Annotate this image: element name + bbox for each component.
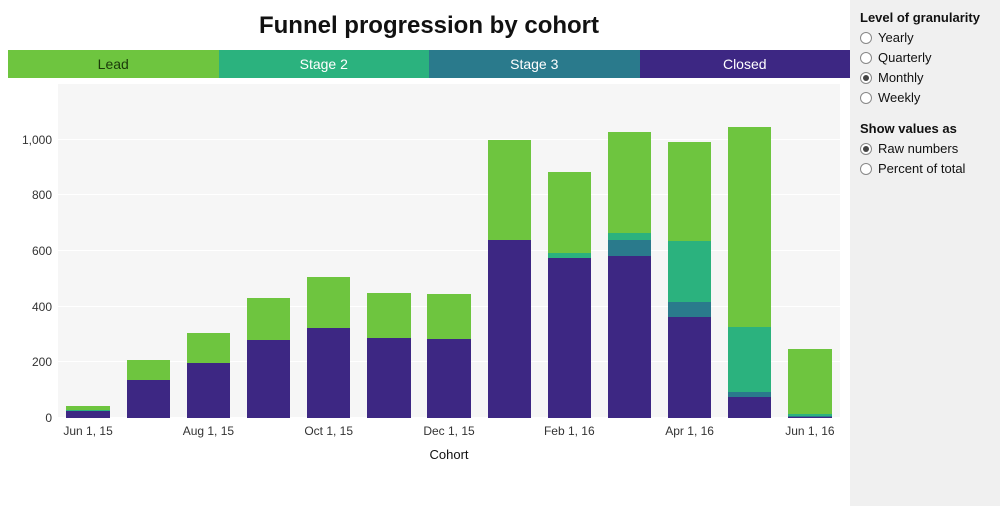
bar-segment-lead [488,140,531,240]
bar-column[interactable] [660,84,720,418]
controls-sidebar: Level of granularity Yearly Quarterly Mont… [850,0,1000,506]
x-tick: Jun 1, 15 [63,424,112,438]
bar-segment-lead [247,298,290,341]
radio-dot-icon [860,52,872,64]
bar-segment-lead [728,127,771,327]
x-tick: Aug 1, 15 [183,424,234,438]
radio-dot-icon [860,72,872,84]
bar-segment-lead [548,172,591,253]
bar-segment-lead [788,349,831,414]
bar-segment-lead [187,333,230,363]
x-tick: Feb 1, 16 [544,424,595,438]
bar-segment-closed [127,380,170,418]
bar-column[interactable] [58,84,118,418]
granularity-option[interactable]: Quarterly [860,49,990,67]
bar-segment-closed [728,397,771,418]
y-tick: 200 [32,355,52,369]
bar-segment-closed [367,338,410,418]
bar-segment-stage2 [668,241,711,302]
bar-segment-closed [187,363,230,418]
x-tick: Jun 1, 16 [785,424,834,438]
granularity-option[interactable]: Monthly [860,69,990,87]
radio-label: Percent of total [878,160,965,178]
legend-item-lead[interactable]: Lead [8,50,219,78]
legend-item-stage2[interactable]: Stage 2 [219,50,430,78]
granularity-option[interactable]: Weekly [860,89,990,107]
radio-label: Quarterly [878,49,931,67]
bar-segment-stage2 [728,327,771,392]
values_as-option[interactable]: Percent of total [860,160,990,178]
bar-column[interactable] [299,84,359,418]
y-axis: 02004006008001,000 [8,84,58,418]
bar-segment-stage2 [608,233,651,241]
granularity-option[interactable]: Yearly [860,29,990,47]
bar-segment-lead [668,142,711,241]
bar-segment-lead [127,360,170,380]
bar-column[interactable] [238,84,298,418]
bar-segment-closed [668,317,711,418]
radio-dot-icon [860,143,872,155]
legend-item-closed[interactable]: Closed [640,50,851,78]
bar-column[interactable] [539,84,599,418]
bar-segment-closed [247,340,290,418]
radio-label: Monthly [878,69,924,87]
bar-segment-closed [608,256,651,418]
values_as-option[interactable]: Raw numbers [860,140,990,158]
x-tick: Apr 1, 16 [665,424,714,438]
bar-segment-closed [307,328,350,418]
radio-dot-icon [860,32,872,44]
legend-item-stage3[interactable]: Stage 3 [429,50,640,78]
y-tick: 600 [32,244,52,258]
granularity-heading: Level of granularity [860,10,990,25]
bar-column[interactable] [118,84,178,418]
bars [58,84,840,418]
bar-segment-closed [488,240,531,418]
radio-label: Yearly [878,29,914,47]
bar-column[interactable] [720,84,780,418]
x-tick: Oct 1, 15 [304,424,353,438]
x-tick: Dec 1, 15 [423,424,474,438]
radio-label: Raw numbers [878,140,958,158]
bar-segment-lead [307,277,350,329]
chart-title: Funnel progression by cohort [8,12,850,40]
bar-column[interactable] [178,84,238,418]
bar-column[interactable] [479,84,539,418]
bar-segment-stage3 [668,302,711,317]
bar-segment-lead [367,293,410,338]
y-tick: 0 [45,411,52,425]
plot: 0 200 400 600 800 1,000 Cohort Jun 1, 15 Aug 1… [8,84,850,464]
bar-column[interactable] [359,84,419,418]
bar-segment-closed [66,411,109,418]
radio-label: Weekly [878,89,920,107]
x-axis: Cohort Jun 1, 15 Aug 1, 15 Oct 1, 15 Dec 1,… [58,418,840,464]
y-tick: 800 [32,188,52,202]
radio-dot-icon [860,163,872,175]
x-axis-label: Cohort [429,447,468,462]
bar-column[interactable] [599,84,659,418]
values-as-heading: Show values as [860,121,990,136]
bar-segment-lead [608,132,651,232]
y-tick: 1,000 [22,133,52,147]
bar-segment-closed [427,339,470,418]
radio-dot-icon [860,92,872,104]
bar-column[interactable] [780,84,840,418]
bar-segment-closed [548,258,591,418]
y-tick: 400 [32,300,52,314]
bar-column[interactable] [419,84,479,418]
bar-segment-stage3 [608,240,651,255]
bar-segment-lead [427,294,470,339]
legend: Lead Stage 2 Stage 3 Closed [8,50,850,78]
